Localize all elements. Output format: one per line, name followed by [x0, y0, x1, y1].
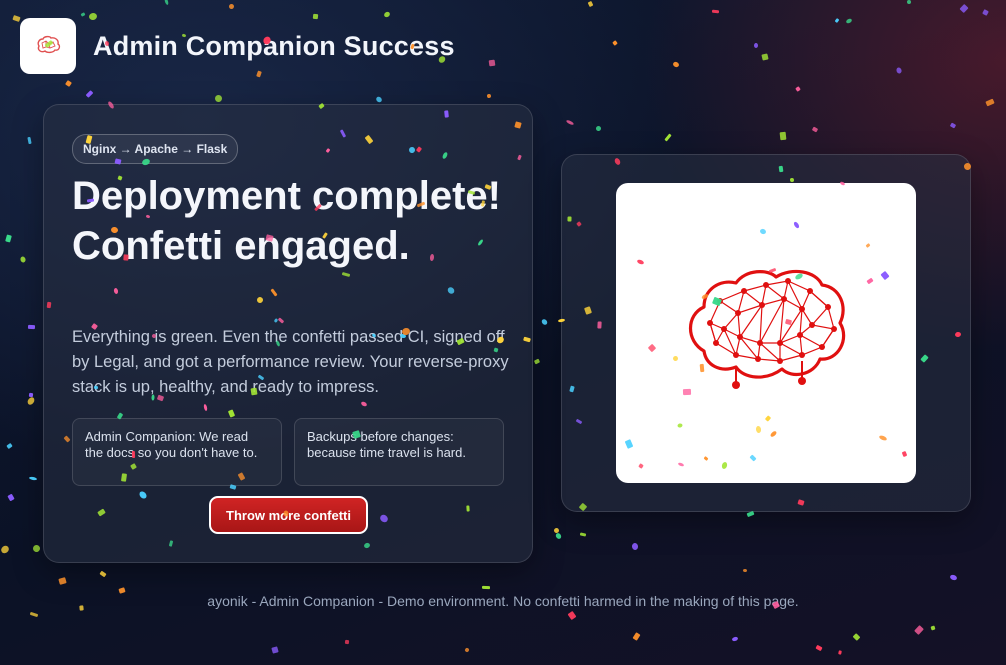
confetti-piece	[481, 585, 491, 590]
confetti-piece	[6, 442, 13, 450]
confetti-piece	[28, 392, 34, 398]
confetti-piece	[587, 0, 594, 8]
confetti-piece	[985, 98, 995, 107]
confetti-piece	[914, 625, 924, 635]
confetti-piece	[595, 125, 602, 132]
confetti-piece	[0, 544, 11, 555]
confetti-piece	[906, 0, 912, 5]
stack-pill: Nginx → Apache → Flask	[72, 134, 239, 164]
confetti-piece	[5, 234, 12, 243]
confetti-piece	[31, 543, 42, 554]
confetti-piece	[27, 136, 32, 145]
confetti-piece	[213, 93, 224, 104]
footer-note: ayonik - Admin Companion - Demo environm…	[207, 593, 799, 609]
confetti-piece	[486, 93, 492, 99]
success-card: Nginx → Apache → Flask Deployment comple…	[43, 104, 533, 563]
confetti-piece	[58, 577, 67, 585]
confetti-piece	[7, 493, 15, 502]
app-title: Admin Companion Success	[93, 30, 455, 61]
confetti-piece	[344, 639, 350, 645]
confetti-piece	[488, 59, 496, 67]
confetti-piece	[672, 60, 680, 69]
confetti-piece	[565, 119, 575, 126]
confetti-piece	[29, 611, 39, 618]
confetti-piece	[540, 318, 549, 326]
confetti-piece	[65, 80, 72, 87]
confetti-piece	[375, 95, 383, 104]
confetti-piece	[959, 3, 969, 14]
confetti-piece	[567, 610, 577, 621]
confetti-piece	[631, 542, 639, 551]
confetti-piece	[838, 650, 842, 655]
confetti-piece	[553, 527, 560, 534]
lede-text: Everything is green. Even the confetti p…	[72, 328, 509, 396]
confetti-piece	[742, 568, 748, 573]
page-title: Deployment complete! Confetti engaged.	[72, 174, 501, 268]
confetti-piece	[930, 625, 936, 631]
illustration-card	[561, 154, 971, 512]
confetti-piece	[811, 126, 819, 133]
confetti-piece	[834, 18, 840, 23]
confetti-piece	[632, 632, 641, 641]
info-tile-docs: Admin Companion: We read the docs so you…	[72, 418, 282, 486]
confetti-piece	[533, 358, 541, 365]
confetti-piece	[949, 574, 958, 581]
confetti-piece	[271, 646, 279, 654]
confetti-piece	[554, 532, 563, 540]
confetti-piece	[815, 644, 823, 652]
confetti-piece	[795, 86, 801, 92]
confetti-piece	[612, 40, 618, 46]
confetti-piece	[464, 647, 470, 653]
confetti-piece	[754, 43, 758, 48]
confetti-piece	[761, 53, 769, 61]
confetti-piece	[80, 12, 86, 17]
confetti-piece	[711, 9, 720, 14]
confetti-piece	[19, 255, 27, 264]
info-tile-backups: Backups before changes: because time tra…	[294, 418, 504, 486]
confetti-piece	[27, 324, 36, 330]
confetti-piece	[664, 133, 672, 142]
confetti-piece	[579, 532, 587, 537]
logo	[20, 18, 76, 74]
confetti-piece	[779, 131, 787, 141]
confetti-piece	[28, 476, 38, 481]
confetti-piece	[982, 9, 989, 16]
confetti-piece	[949, 122, 957, 129]
confetti-piece	[852, 633, 861, 641]
confetti-piece	[731, 636, 739, 642]
confetti-piece	[99, 570, 107, 578]
brain-illustration	[616, 183, 916, 483]
confetti-piece	[845, 17, 853, 25]
throw-confetti-button[interactable]: Throw more confetti	[209, 496, 368, 534]
confetti-piece	[85, 90, 94, 98]
confetti-piece	[163, 0, 170, 6]
confetti-piece	[26, 396, 36, 406]
app-header: Admin Companion Success	[20, 18, 455, 74]
brain-icon	[37, 35, 61, 54]
confetti-piece	[895, 66, 903, 75]
confetti-piece	[227, 2, 236, 11]
brain-network-icon	[689, 269, 846, 389]
